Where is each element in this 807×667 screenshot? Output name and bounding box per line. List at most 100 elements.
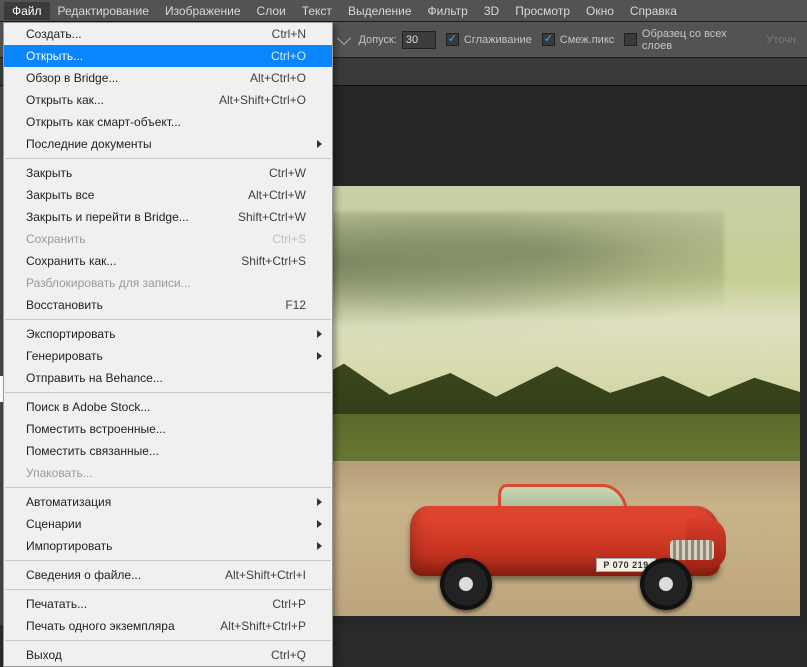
menu-view[interactable]: Просмотр	[507, 2, 578, 20]
menu-item-label: Автоматизация	[26, 495, 306, 509]
menu-item-shortcut: F12	[285, 298, 306, 312]
tolerance-label: Допуск:	[358, 34, 396, 46]
menu-item-label: Генерировать	[26, 349, 306, 363]
menubar: Файл Редактирование Изображение Слои Тек…	[0, 0, 807, 22]
file-menu-item[interactable]: Открыть...Ctrl+O	[4, 45, 332, 67]
menu-separator	[5, 392, 331, 393]
menu-item-label: Поиск в Adobe Stock...	[26, 400, 306, 414]
menu-select[interactable]: Выделение	[340, 2, 420, 20]
menu-item-label: Создать...	[26, 27, 272, 41]
file-menu-item[interactable]: Сохранить как...Shift+Ctrl+S	[4, 250, 332, 272]
menu-item-label: Экспортировать	[26, 327, 306, 341]
menu-item-label: Открыть как...	[26, 93, 219, 107]
menu-text[interactable]: Текст	[294, 2, 340, 20]
menu-item-label: Упаковать...	[26, 466, 306, 480]
file-menu-item[interactable]: Сценарии	[4, 513, 332, 535]
all-layers-checkbox[interactable]	[624, 33, 637, 46]
menu-layers[interactable]: Слои	[249, 2, 294, 20]
file-menu-item[interactable]: Поместить встроенные...	[4, 418, 332, 440]
menu-item-shortcut: Alt+Ctrl+O	[250, 71, 306, 85]
menu-item-shortcut: Shift+Ctrl+W	[238, 210, 306, 224]
menu-item-label: Печатать...	[26, 597, 272, 611]
menu-item-label: Сохранить	[26, 232, 272, 246]
car-grille	[670, 540, 714, 560]
file-menu-item[interactable]: Поиск в Adobe Stock...	[4, 396, 332, 418]
menu-3d[interactable]: 3D	[476, 2, 507, 20]
file-menu-item[interactable]: Импортировать	[4, 535, 332, 557]
chevron-down-icon[interactable]	[337, 31, 351, 45]
menu-image[interactable]: Изображение	[157, 2, 249, 20]
menu-item-shortcut: Ctrl+W	[269, 166, 306, 180]
file-menu-item[interactable]: Открыть как...Alt+Shift+Ctrl+O	[4, 89, 332, 111]
menu-item-label: Открыть...	[26, 49, 271, 63]
menu-item-label: Последние документы	[26, 137, 306, 151]
menu-item-label: Сведения о файле...	[26, 568, 225, 582]
file-menu-item[interactable]: ВосстановитьF12	[4, 294, 332, 316]
file-menu-item[interactable]: Обзор в Bridge...Alt+Ctrl+O	[4, 67, 332, 89]
antialias-label: Сглаживание	[464, 34, 532, 46]
menu-item-label: Разблокировать для записи...	[26, 276, 306, 290]
menu-item-shortcut: Alt+Shift+Ctrl+I	[225, 568, 306, 582]
file-menu-item[interactable]: Сведения о файле...Alt+Shift+Ctrl+I	[4, 564, 332, 586]
file-menu-item[interactable]: Закрыть и перейти в Bridge...Shift+Ctrl+…	[4, 206, 332, 228]
menu-item-label: Поместить встроенные...	[26, 422, 306, 436]
wheel-rear	[440, 558, 492, 610]
file-menu-item: Разблокировать для записи...	[4, 272, 332, 294]
menu-item-shortcut: Shift+Ctrl+S	[241, 254, 306, 268]
contiguous-label: Смеж.пикс	[560, 34, 614, 46]
all-layers-label: Образец со всех слоев	[642, 28, 756, 52]
menu-item-label: Сохранить как...	[26, 254, 241, 268]
menu-item-label: Восстановить	[26, 298, 285, 312]
refine-hint: Уточн.	[766, 34, 799, 46]
menu-separator	[5, 487, 331, 488]
menu-item-label: Выход	[26, 648, 271, 662]
menu-item-shortcut: Ctrl+N	[272, 27, 306, 41]
menu-item-label: Обзор в Bridge...	[26, 71, 250, 85]
file-menu-item[interactable]: Экспортировать	[4, 323, 332, 345]
car: P 070 219	[410, 466, 720, 596]
menu-item-label: Поместить связанные...	[26, 444, 306, 458]
menu-help[interactable]: Справка	[622, 2, 685, 20]
menu-separator	[5, 319, 331, 320]
menu-window[interactable]: Окно	[578, 2, 622, 20]
menu-item-label: Импортировать	[26, 539, 306, 553]
file-menu-item[interactable]: Закрыть всеAlt+Ctrl+W	[4, 184, 332, 206]
file-menu-item[interactable]: Создать...Ctrl+N	[4, 23, 332, 45]
antialias-checkbox[interactable]: ✓	[446, 33, 459, 46]
menu-item-label: Отправить на Behance...	[26, 371, 306, 385]
menu-item-label: Закрыть все	[26, 188, 248, 202]
file-menu-item[interactable]: Автоматизация	[4, 491, 332, 513]
menu-item-label: Закрыть	[26, 166, 269, 180]
menu-separator	[5, 589, 331, 590]
file-menu-item[interactable]: Печать одного экземпляраAlt+Shift+Ctrl+P	[4, 615, 332, 637]
menu-item-shortcut: Ctrl+O	[271, 49, 306, 63]
menu-file[interactable]: Файл	[4, 2, 50, 20]
menu-item-shortcut: Ctrl+S	[272, 232, 306, 246]
menu-edit[interactable]: Редактирование	[50, 2, 157, 20]
file-menu-item[interactable]: Генерировать	[4, 345, 332, 367]
menu-item-label: Открыть как смарт-объект...	[26, 115, 306, 129]
file-menu-item[interactable]: Отправить на Behance...	[4, 367, 332, 389]
menu-item-shortcut: Ctrl+P	[272, 597, 306, 611]
menu-item-shortcut: Ctrl+Q	[271, 648, 306, 662]
menu-item-shortcut: Alt+Ctrl+W	[248, 188, 306, 202]
file-menu-dropdown: Создать...Ctrl+NОткрыть...Ctrl+OОбзор в …	[3, 22, 333, 667]
file-menu-item[interactable]: Печатать...Ctrl+P	[4, 593, 332, 615]
file-menu-item[interactable]: Поместить связанные...	[4, 440, 332, 462]
file-menu-item: Упаковать...	[4, 462, 332, 484]
menu-separator	[5, 560, 331, 561]
menu-filter[interactable]: Фильтр	[420, 2, 476, 20]
menu-item-label: Закрыть и перейти в Bridge...	[26, 210, 238, 224]
menu-item-label: Сценарии	[26, 517, 306, 531]
tolerance-input[interactable]	[402, 31, 436, 49]
menu-item-shortcut: Alt+Shift+Ctrl+O	[219, 93, 306, 107]
file-menu-item[interactable]: ЗакрытьCtrl+W	[4, 162, 332, 184]
contiguous-checkbox[interactable]: ✓	[542, 33, 555, 46]
file-menu-item: СохранитьCtrl+S	[4, 228, 332, 250]
menu-item-shortcut: Alt+Shift+Ctrl+P	[220, 619, 306, 633]
file-menu-item[interactable]: ВыходCtrl+Q	[4, 644, 332, 666]
menu-separator	[5, 158, 331, 159]
file-menu-item[interactable]: Последние документы	[4, 133, 332, 155]
wheel-front	[640, 558, 692, 610]
file-menu-item[interactable]: Открыть как смарт-объект...	[4, 111, 332, 133]
